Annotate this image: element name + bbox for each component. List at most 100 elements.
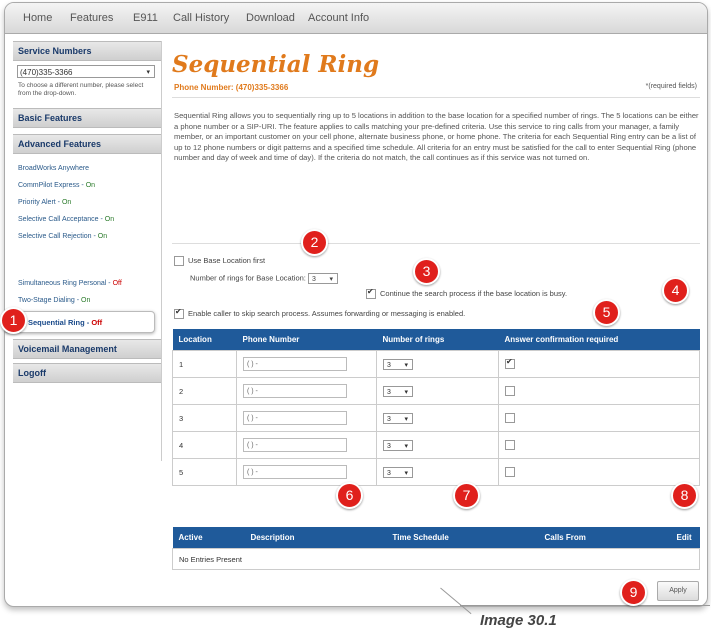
use-base-location-checkbox[interactable] <box>174 256 184 267</box>
rings-select[interactable]: 3 <box>383 466 413 479</box>
sidebar-item-selective-call-rejection[interactable]: Selective Call Rejection - On <box>13 228 161 245</box>
nav-download[interactable]: Download <box>246 12 295 24</box>
sidebar-item-broadworks-anywhere[interactable]: BroadWorks Anywhere <box>13 160 161 177</box>
col-description: Description <box>244 527 387 549</box>
table-row: 5 ( ) - 3 <box>172 458 700 486</box>
phone-cell: ( ) - <box>236 350 377 378</box>
location-cell: 3 <box>172 404 237 432</box>
continue-search-option[interactable]: Continue the search process if the base … <box>366 287 568 300</box>
table-row: 2 ( ) - 3 <box>172 377 700 405</box>
confirm-cell <box>498 377 700 405</box>
phone-number-input[interactable]: ( ) - <box>243 465 347 479</box>
table-row: 4 ( ) - 3 <box>172 431 700 459</box>
nav-e911[interactable]: E911 <box>133 12 158 24</box>
status-text: On <box>104 216 115 223</box>
phone-number-input[interactable]: ( ) - <box>243 357 347 371</box>
location-cell: 2 <box>172 377 237 405</box>
callout-badge: 3 <box>413 258 440 285</box>
confirm-cell <box>498 404 700 432</box>
phone-number-input[interactable]: ( ) - <box>243 438 347 452</box>
sidebar-item-label: BroadWorks Anywhere <box>18 165 90 172</box>
location-cell: 5 <box>172 458 237 486</box>
phone-number-input[interactable]: ( ) - <box>243 411 347 425</box>
sidebar-basic-features[interactable]: Basic Features <box>13 108 161 128</box>
status-text: On <box>61 199 72 206</box>
sidebar-item-commpilot-express[interactable]: CommPilot Express - On <box>13 177 161 194</box>
divider <box>172 97 700 98</box>
callout-badge: 9 <box>620 579 647 606</box>
sidebar-logoff[interactable]: Logoff <box>13 363 161 383</box>
sidebar-advanced-features[interactable]: Advanced Features <box>13 134 161 154</box>
option-label: Use Base Location first <box>188 256 266 265</box>
rings-for-base-select[interactable]: 3 <box>308 273 338 285</box>
phone-number-input[interactable]: ( ) - <box>243 384 347 398</box>
required-fields-note: *(required fields) <box>645 83 697 90</box>
apply-button[interactable]: Apply <box>657 581 699 601</box>
callout-badge: 8 <box>671 482 698 509</box>
callout-badge: 1 <box>0 307 27 334</box>
rings-cell: 3 <box>376 404 499 432</box>
sidebar-item-label: Sequential Ring <box>28 318 85 327</box>
table-header-row: Active Description Time Schedule Calls F… <box>172 527 700 549</box>
option-label: Number of rings for Base Location: <box>190 273 306 283</box>
nav-home[interactable]: Home <box>23 12 52 24</box>
sidebar-voicemail-management[interactable]: Voicemail Management <box>13 339 161 359</box>
rings-select[interactable]: 3 <box>383 439 413 452</box>
use-base-location-option[interactable]: Use Base Location first <box>174 256 266 267</box>
rings-cell: 3 <box>376 377 499 405</box>
callout-badge: 4 <box>662 277 689 304</box>
answer-confirmation-checkbox[interactable] <box>505 413 515 423</box>
sidebar-item-label: Selective Call Acceptance <box>18 216 99 223</box>
confirm-cell <box>498 350 700 378</box>
table-header-row: Location Phone Number Number of rings An… <box>172 329 700 351</box>
answer-confirmation-checkbox[interactable] <box>505 440 515 450</box>
callout-badge: 2 <box>301 229 328 256</box>
sidebar-item-selective-call-acceptance[interactable]: Selective Call Acceptance - On <box>13 211 161 228</box>
option-label: Continue the search process if the base … <box>380 289 568 298</box>
rings-cell: 3 <box>376 458 499 486</box>
sidebar-item-priority-alert[interactable]: Priority Alert - On <box>13 194 161 211</box>
table-row: No Entries Present <box>172 548 700 570</box>
status-text: On <box>85 182 96 189</box>
answer-confirmation-checkbox[interactable] <box>505 467 515 477</box>
divider <box>172 243 700 244</box>
col-answer-confirmation: Answer confirmation required <box>498 329 700 351</box>
col-active: Active <box>172 527 245 549</box>
caption-divider <box>460 605 710 606</box>
image-caption: Image 30.1 <box>480 612 557 629</box>
status-text: On <box>97 233 108 240</box>
rings-select[interactable]: 3 <box>383 358 413 371</box>
rings-select[interactable]: 3 <box>383 412 413 425</box>
sidebar-item-sequential-ring[interactable]: Sequential Ring - Off <box>5 311 155 333</box>
continue-search-checkbox[interactable] <box>366 287 376 300</box>
nav-account-info[interactable]: Account Info <box>308 12 369 24</box>
enable-skip-option[interactable]: Enable caller to skip search process. As… <box>174 307 465 320</box>
col-location: Location <box>172 329 237 351</box>
sidebar: Service Numbers (470)335-3366 ▾ To choose… <box>13 41 162 461</box>
selected-number: (470)335-3366 <box>20 68 73 77</box>
chevron-down-icon: ▾ <box>146 69 150 76</box>
table-row: 3 ( ) - 3 <box>172 404 700 432</box>
table-row: 1 ( ) - 3 <box>172 350 700 378</box>
rings-select[interactable]: 3 <box>383 385 413 398</box>
empty-message: No Entries Present <box>172 548 700 570</box>
sidebar-item-two-stage-dialing[interactable]: Two-Stage Dialing - On <box>13 292 161 309</box>
status-text: On <box>81 297 91 304</box>
location-cell: 4 <box>172 431 237 459</box>
callout-badge: 5 <box>593 299 620 326</box>
sidebar-item-label: Selective Call Rejection <box>18 233 92 240</box>
service-number-select[interactable]: (470)335-3366 ▾ <box>17 65 155 78</box>
rings-for-base-option: Number of rings for Base Location: 3 <box>190 273 338 285</box>
sidebar-item-simultaneous-ring[interactable]: Simultaneous Ring Personal - Off <box>13 275 161 292</box>
nav-features[interactable]: Features <box>70 12 113 24</box>
phone-cell: ( ) - <box>236 377 377 405</box>
answer-confirmation-checkbox[interactable] <box>505 386 515 396</box>
answer-confirmation-checkbox[interactable] <box>505 357 515 369</box>
sidebar-note: To choose a different number, please sel… <box>18 82 144 97</box>
callout-badge: 7 <box>453 482 480 509</box>
status-text: Off <box>112 280 122 287</box>
col-time-schedule: Time Schedule <box>386 527 539 549</box>
nav-call-history[interactable]: Call History <box>173 12 229 24</box>
enable-skip-checkbox[interactable] <box>174 307 184 320</box>
callout-badge: 6 <box>336 482 363 509</box>
